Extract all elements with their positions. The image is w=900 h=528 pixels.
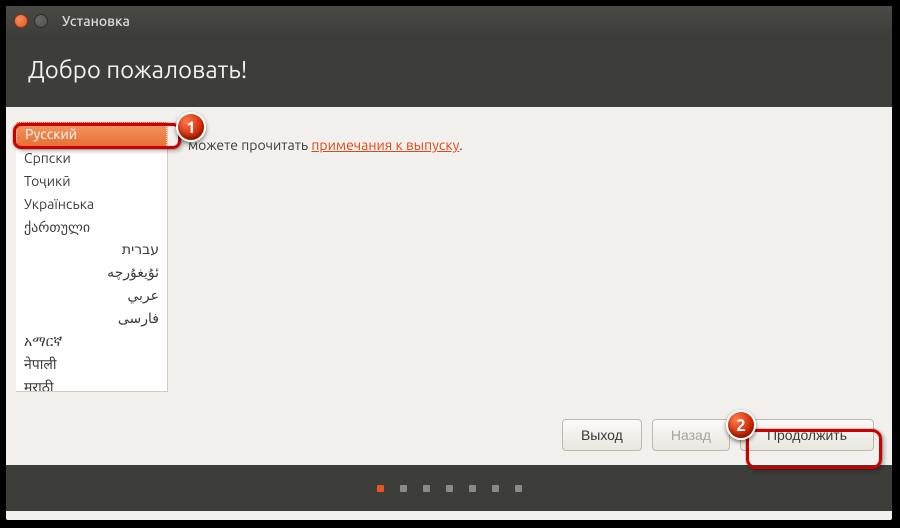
language-option[interactable]: नेपाली <box>16 353 167 376</box>
info-suffix: . <box>459 137 462 153</box>
release-notes-link[interactable]: примечания к выпуску <box>311 137 459 153</box>
language-option[interactable]: አማርኛ <box>16 330 167 353</box>
release-notes-text: можете прочитать примечания к выпуску. <box>188 137 463 153</box>
close-icon[interactable] <box>14 14 28 28</box>
pager-dot[interactable] <box>469 485 476 492</box>
button-bar: Выход Назад Продолжить <box>562 419 874 451</box>
header: Добро пожаловать! <box>6 36 892 107</box>
titlebar: Установка <box>6 6 892 36</box>
pager-dot[interactable] <box>400 485 407 492</box>
content-area: РусскийСрпскиТоҷикӣУкраїнськаქართულიעברי… <box>6 107 892 465</box>
window-title: Установка <box>62 13 130 29</box>
pager-dot[interactable] <box>446 485 453 492</box>
pager-dot[interactable] <box>423 485 430 492</box>
quit-button[interactable]: Выход <box>562 419 642 451</box>
back-button: Назад <box>652 419 730 451</box>
pager-dots <box>6 465 892 511</box>
pager-dot[interactable] <box>492 485 499 492</box>
info-prefix: можете прочитать <box>188 137 311 153</box>
language-option[interactable]: मराठी <box>16 376 167 392</box>
pager-dot[interactable] <box>515 485 522 492</box>
installer-window: Установка Добро пожаловать! РусскийСрпск… <box>4 4 894 522</box>
page-title: Добро пожаловать! <box>28 56 870 83</box>
language-option[interactable]: Русский <box>16 122 167 147</box>
language-option[interactable]: Српски <box>16 147 167 170</box>
language-option[interactable]: عربي <box>16 284 167 307</box>
pager-dot[interactable] <box>377 485 384 492</box>
language-option[interactable]: עברית <box>16 238 167 261</box>
language-option[interactable]: ئۇيغۇرچە <box>16 261 167 284</box>
language-option[interactable]: فارسی <box>16 307 167 330</box>
continue-button[interactable]: Продолжить <box>740 419 874 451</box>
language-option[interactable]: Українська <box>16 193 167 216</box>
minimize-icon[interactable] <box>34 14 48 28</box>
language-list[interactable]: РусскийСрпскиТоҷикӣУкраїнськаქართულიעברי… <box>16 122 168 392</box>
language-option[interactable]: ქართული <box>16 216 167 239</box>
language-option[interactable]: Тоҷикӣ <box>16 170 167 193</box>
